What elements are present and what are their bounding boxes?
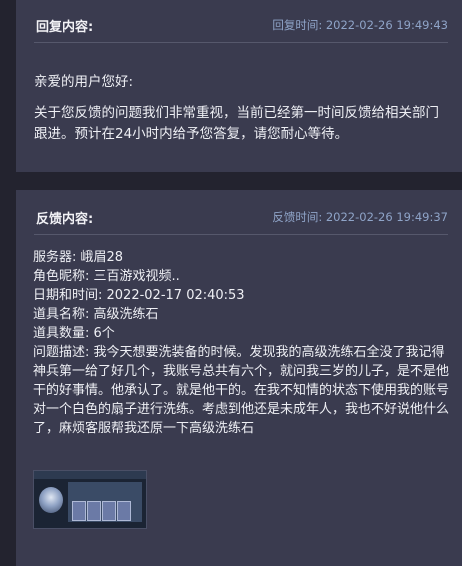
attachment-titlebar	[34, 471, 146, 479]
attachment-slot	[87, 501, 101, 521]
reply-header: 回复内容: 回复时间: 2022-02-26 19:49:43	[34, 8, 448, 43]
attachment-thumbnail[interactable]	[33, 470, 147, 529]
feedback-body: 服务器: 峨眉28 角色昵称: 三百游戏视频.. 日期和时间: 2022-02-…	[33, 248, 450, 438]
feedback-item-count: 道具数量: 6个	[33, 326, 115, 341]
feedback-nickname: 角色昵称: 三百游戏视频..	[33, 269, 180, 284]
reply-greeting: 亲爱的用户您好:	[34, 74, 134, 90]
reply-message: 关于您反馈的问题我们非常重视，当前已经第一时间反馈给相关部门跟进。预计在24小时…	[34, 105, 439, 142]
feedback-header: 反馈内容: 反馈时间: 2022-02-26 19:49:37	[34, 200, 448, 235]
reply-title: 回复内容:	[36, 19, 94, 35]
attachment-slot	[117, 501, 131, 521]
feedback-time: 反馈时间: 2022-02-26 19:49:37	[272, 210, 448, 224]
feedback-server: 服务器: 峨眉28	[33, 250, 124, 265]
reply-time: 回复时间: 2022-02-26 19:49:43	[272, 18, 448, 32]
feedback-item-name: 道具名称: 高级洗练石	[33, 307, 159, 322]
attachment-slot	[102, 501, 116, 521]
feedback-card: 反馈内容: 反馈时间: 2022-02-26 19:49:37 服务器: 峨眉2…	[16, 190, 462, 566]
attachment-avatar	[39, 487, 63, 513]
feedback-title: 反馈内容:	[36, 211, 94, 227]
feedback-datetime: 日期和时间: 2022-02-17 02:40:53	[33, 288, 245, 303]
reply-body: 亲爱的用户您好: 关于您反馈的问题我们非常重视，当前已经第一时间反馈给相关部门跟…	[34, 72, 448, 145]
attachment-slot	[72, 501, 86, 521]
feedback-description: 问题描述: 我今天想要洗装备的时候。发现我的高级洗练石全没了我记得神兵第一给了好…	[33, 345, 450, 436]
reply-card: 回复内容: 回复时间: 2022-02-26 19:49:43 亲爱的用户您好:…	[16, 0, 462, 172]
